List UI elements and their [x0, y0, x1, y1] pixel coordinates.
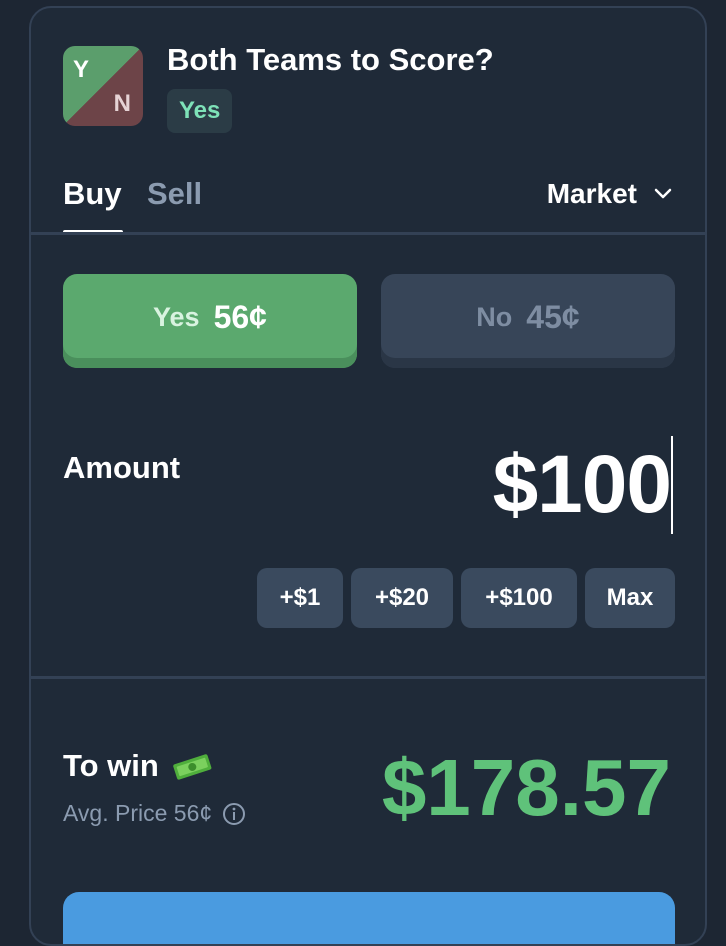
divider [31, 232, 705, 235]
no-price: 45¢ [526, 298, 580, 335]
max-button[interactable]: Max [585, 568, 675, 628]
market-yes-no-icon: Y N [63, 46, 143, 126]
to-win-amount: $178.57 [381, 743, 671, 832]
trade-panel: Y N Both Teams to Score? Yes Buy Sell Ma… [29, 6, 707, 946]
yes-letter: Y [73, 56, 90, 83]
no-label: No [476, 301, 513, 332]
order-type-label: Market [546, 178, 637, 209]
info-icon[interactable] [222, 802, 246, 826]
tab-sell[interactable]: Sell [147, 176, 202, 212]
yes-outcome-button[interactable]: Yes 56¢ [63, 274, 357, 368]
add-20-button[interactable]: +$20 [351, 568, 453, 628]
money-icon [173, 754, 212, 780]
add-100-button[interactable]: +$100 [461, 568, 577, 628]
submit-trade-button[interactable] [63, 892, 675, 944]
amount-label: Amount [63, 450, 181, 485]
to-win-label: To win [63, 748, 213, 784]
add-1-button[interactable]: +$1 [257, 568, 343, 628]
tab-buy[interactable]: Buy [63, 176, 122, 212]
no-letter: N [113, 90, 131, 117]
to-win-text: To win [63, 748, 159, 783]
selected-outcome-badge: Yes [167, 89, 233, 133]
market-title: Both Teams to Score? [167, 42, 494, 77]
avg-price-text: Avg. Price 56¢ [63, 800, 213, 826]
divider [31, 676, 705, 679]
order-type-dropdown[interactable]: Market [547, 178, 673, 210]
text-caret [671, 436, 673, 534]
avg-price: Avg. Price 56¢ [63, 800, 246, 827]
no-outcome-button[interactable]: No 45¢ [381, 274, 675, 368]
yes-label: Yes [153, 301, 200, 332]
amount-input[interactable]: $100 [493, 444, 672, 526]
yes-price: 56¢ [213, 298, 267, 335]
chevron-down-icon [654, 188, 672, 199]
